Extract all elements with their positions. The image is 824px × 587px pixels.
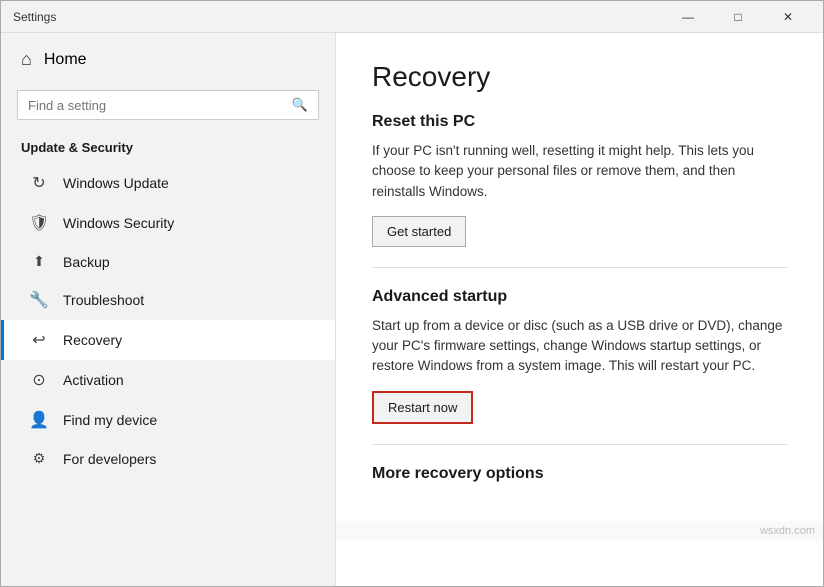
- home-icon: ⌂: [21, 49, 32, 70]
- sidebar-item-windows-security[interactable]: 🛡 Windows Security: [1, 203, 335, 243]
- activation-icon: ⊙: [29, 370, 49, 390]
- sidebar-item-label: Windows Update: [63, 175, 169, 191]
- advanced-startup-section: Advanced startup Start up from a device …: [372, 288, 787, 424]
- more-recovery-title: More recovery options: [372, 465, 787, 483]
- search-input[interactable]: [28, 98, 284, 113]
- content-area: ⌂ Home 🔍 Update & Security ↻ Windows Upd…: [1, 33, 823, 586]
- divider-1: [372, 267, 787, 268]
- sidebar-item-label: For developers: [63, 451, 156, 467]
- windows-update-icon: ↻: [29, 173, 49, 193]
- title-bar: Settings — □ ✕: [1, 1, 823, 33]
- advanced-startup-title: Advanced startup: [372, 288, 787, 306]
- minimize-button[interactable]: —: [665, 1, 711, 33]
- backup-icon: ⬆: [29, 253, 49, 270]
- settings-window: Settings — □ ✕ ⌂ Home 🔍 Update & Securit…: [0, 0, 824, 587]
- watermark: wsxdn.com: [336, 521, 823, 541]
- sidebar-item-find-my-device[interactable]: 👤 Find my device: [1, 400, 335, 440]
- sidebar-item-home[interactable]: ⌂ Home: [1, 33, 335, 86]
- sidebar-section-title: Update & Security: [1, 132, 335, 163]
- sidebar-item-for-developers[interactable]: ⚙ For developers: [1, 440, 335, 477]
- title-bar-left: Settings: [13, 10, 56, 24]
- main-wrapper: Recovery Reset this PC If your PC isn't …: [336, 33, 823, 586]
- close-button[interactable]: ✕: [765, 1, 811, 33]
- search-icon: 🔍: [292, 97, 308, 113]
- sidebar-item-backup[interactable]: ⬆ Backup: [1, 243, 335, 280]
- reset-section-title: Reset this PC: [372, 113, 787, 131]
- sidebar-item-label: Troubleshoot: [63, 292, 144, 308]
- sidebar-item-recovery[interactable]: ↩ Recovery: [1, 320, 335, 360]
- reset-section: Reset this PC If your PC isn't running w…: [372, 113, 787, 247]
- sidebar-item-label: Activation: [63, 372, 124, 388]
- sidebar-item-label: Find my device: [63, 412, 157, 428]
- reset-section-desc: If your PC isn't running well, resetting…: [372, 141, 787, 202]
- sidebar-item-label: Backup: [63, 254, 110, 270]
- sidebar-item-label: Recovery: [63, 332, 122, 348]
- main-content: Recovery Reset this PC If your PC isn't …: [336, 33, 823, 521]
- divider-2: [372, 444, 787, 445]
- advanced-startup-desc: Start up from a device or disc (such as …: [372, 316, 787, 377]
- recovery-icon: ↩: [29, 330, 49, 350]
- search-box[interactable]: 🔍: [17, 90, 319, 120]
- sidebar-item-windows-update[interactable]: ↻ Windows Update: [1, 163, 335, 203]
- window-controls: — □ ✕: [665, 1, 811, 33]
- maximize-button[interactable]: □: [715, 1, 761, 33]
- for-developers-icon: ⚙: [29, 450, 49, 467]
- get-started-button[interactable]: Get started: [372, 216, 466, 247]
- page-title: Recovery: [372, 61, 787, 93]
- sidebar-home-label: Home: [44, 51, 87, 69]
- windows-security-icon: 🛡: [29, 213, 49, 233]
- sidebar-item-label: Windows Security: [63, 215, 174, 231]
- sidebar: ⌂ Home 🔍 Update & Security ↻ Windows Upd…: [1, 33, 336, 586]
- more-recovery-section: More recovery options: [372, 465, 787, 483]
- find-my-device-icon: 👤: [29, 410, 49, 430]
- restart-now-button[interactable]: Restart now: [372, 391, 473, 424]
- sidebar-item-activation[interactable]: ⊙ Activation: [1, 360, 335, 400]
- troubleshoot-icon: 🔧: [29, 290, 49, 310]
- sidebar-item-troubleshoot[interactable]: 🔧 Troubleshoot: [1, 280, 335, 320]
- window-title: Settings: [13, 10, 56, 24]
